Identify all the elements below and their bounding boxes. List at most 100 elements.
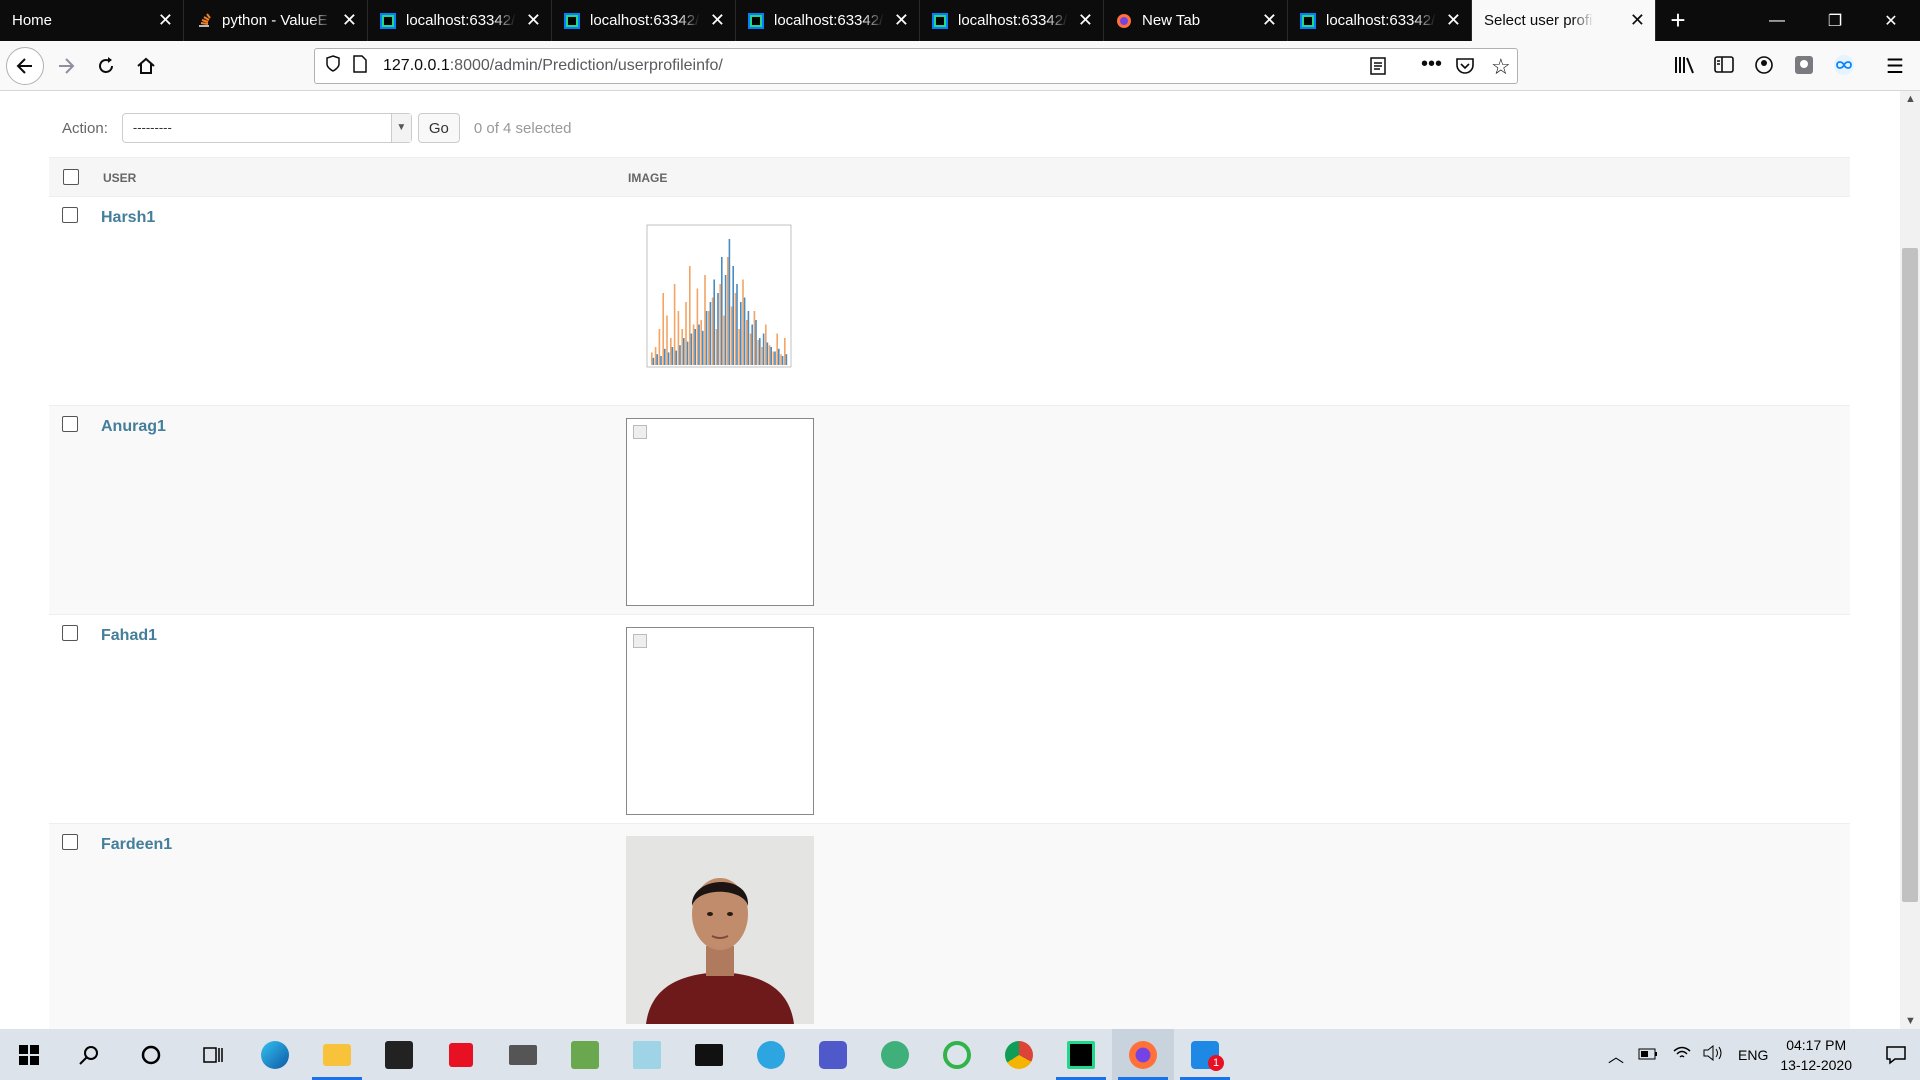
page-icon[interactable] xyxy=(353,54,371,78)
sidebar-icon[interactable] xyxy=(1714,56,1734,79)
tab-stackoverflow[interactable]: python - ValueE ✕ xyxy=(184,0,368,41)
cortana-button[interactable] xyxy=(120,1029,182,1080)
taskbar-atom[interactable] xyxy=(864,1029,926,1080)
close-window-button[interactable]: ✕ xyxy=(1862,0,1920,41)
action-select[interactable]: --------- ▼ xyxy=(121,113,412,143)
telegram-icon xyxy=(757,1040,785,1069)
user-link[interactable]: Harsh1 xyxy=(101,209,155,227)
tab-label: localhost:63342/ xyxy=(590,12,700,29)
account-icon[interactable] xyxy=(1754,55,1774,80)
battery-icon[interactable] xyxy=(1638,1047,1658,1063)
select-all-checkbox[interactable] xyxy=(63,169,79,185)
back-button[interactable] xyxy=(6,47,44,85)
url-bar[interactable]: 127.0.0.1:8000/admin/Prediction/userprof… xyxy=(314,48,1518,84)
volume-icon[interactable] xyxy=(1702,1044,1724,1064)
thumbnail-bar xyxy=(723,315,725,365)
user-link[interactable]: Fardeen1 xyxy=(101,836,172,854)
library-icon[interactable] xyxy=(1674,55,1696,80)
thumbnail-bar xyxy=(667,352,670,365)
close-icon[interactable]: ✕ xyxy=(1446,10,1461,30)
firefox-icon xyxy=(1116,13,1132,29)
close-icon[interactable]: ✕ xyxy=(1078,10,1093,30)
home-button[interactable] xyxy=(129,49,163,83)
taskbar-loader-app[interactable] xyxy=(926,1029,988,1080)
column-header-user[interactable]: USER xyxy=(103,171,136,185)
close-icon[interactable]: ✕ xyxy=(894,10,909,30)
start-button[interactable] xyxy=(0,1029,58,1080)
menu-hamburger-icon[interactable]: ☰ xyxy=(1886,54,1904,79)
restore-button[interactable]: ❐ xyxy=(1806,0,1864,41)
taskbar-gift-app[interactable] xyxy=(430,1029,492,1080)
scroll-down-icon[interactable]: ▼ xyxy=(1905,1015,1916,1027)
thumbnail-bar xyxy=(732,266,734,365)
taskbar-chrome[interactable] xyxy=(988,1029,1050,1080)
close-icon[interactable]: ✕ xyxy=(1262,10,1277,30)
tab-home[interactable]: Home ✕ xyxy=(0,0,184,41)
close-icon[interactable]: ✕ xyxy=(526,10,541,30)
scrollbar-thumb[interactable] xyxy=(1902,248,1918,902)
taskbar-notepad[interactable] xyxy=(616,1029,678,1080)
task-view-button[interactable] xyxy=(182,1029,244,1080)
thumbnail-bar xyxy=(781,356,784,365)
chevron-up-icon[interactable]: ︿ xyxy=(1608,1043,1624,1067)
bookmark-star-icon[interactable]: ☆ xyxy=(1491,54,1511,80)
shield-icon[interactable] xyxy=(325,54,343,78)
row-checkbox[interactable] xyxy=(62,834,78,850)
taskbar-telegram[interactable] xyxy=(740,1029,802,1080)
tab-localhost-3[interactable]: localhost:63342/ ✕ xyxy=(736,0,920,41)
reload-button[interactable] xyxy=(89,49,123,83)
language-indicator[interactable]: ENG xyxy=(1738,1047,1768,1063)
pycharm-icon xyxy=(932,12,948,29)
taskbar-image-app[interactable] xyxy=(554,1029,616,1080)
tab-localhost-5[interactable]: localhost:63342/ ✕ xyxy=(1288,0,1472,41)
tab-label: python - ValueE xyxy=(222,12,328,29)
tab-active[interactable]: Select user profile in ✕ xyxy=(1472,0,1656,41)
close-icon[interactable]: ✕ xyxy=(1630,10,1645,30)
taskbar-mail[interactable] xyxy=(492,1029,554,1080)
reader-view-icon[interactable] xyxy=(1369,57,1387,80)
close-icon[interactable]: ✕ xyxy=(342,10,357,30)
windows-taskbar: 1 ︿ ENG 04:17 PM 13-12-2020 xyxy=(0,1029,1920,1080)
notification-center-icon[interactable] xyxy=(1872,1045,1920,1065)
tab-localhost-2[interactable]: localhost:63342/ ✕ xyxy=(552,0,736,41)
clock[interactable]: 04:17 PM 13-12-2020 xyxy=(1780,1035,1852,1075)
taskbar-store[interactable] xyxy=(368,1029,430,1080)
taskbar-pycharm[interactable] xyxy=(1050,1029,1112,1080)
thumbnail-bar xyxy=(652,357,655,365)
notepad-icon xyxy=(633,1040,661,1069)
search-button[interactable] xyxy=(58,1029,120,1080)
user-link[interactable]: Fahad1 xyxy=(101,627,157,645)
taskbar-edge[interactable] xyxy=(244,1029,306,1080)
thumbnail-bar xyxy=(749,333,752,365)
row-checkbox[interactable] xyxy=(62,416,78,432)
thumbnail-bar xyxy=(746,320,748,365)
close-icon[interactable]: ✕ xyxy=(710,10,725,30)
taskbar-terminal[interactable] xyxy=(678,1029,740,1080)
tab-localhost-1[interactable]: localhost:63342/ ✕ xyxy=(368,0,552,41)
profile-photo xyxy=(626,836,814,1024)
taskbar-firefox[interactable] xyxy=(1112,1029,1174,1080)
extension-icon[interactable] xyxy=(1794,55,1814,80)
thumbnail-bar xyxy=(660,356,662,365)
forward-button[interactable] xyxy=(49,49,83,83)
taskbar-teams[interactable] xyxy=(802,1029,864,1080)
tab-localhost-4[interactable]: localhost:63342/ ✕ xyxy=(920,0,1104,41)
tab-label: Home xyxy=(12,12,53,29)
thumbnail-bar xyxy=(670,338,672,365)
row-checkbox[interactable] xyxy=(62,207,78,223)
row-checkbox[interactable] xyxy=(62,625,78,641)
wifi-icon[interactable] xyxy=(1672,1045,1692,1064)
pocket-icon[interactable] xyxy=(1455,57,1475,80)
minimize-button[interactable]: — xyxy=(1748,0,1806,41)
tab-new-tab[interactable]: New Tab ✕ xyxy=(1104,0,1288,41)
extension-infinity-icon[interactable] xyxy=(1833,55,1855,80)
scroll-up-icon[interactable]: ▲ xyxy=(1905,93,1916,105)
reload-icon xyxy=(99,57,113,73)
taskbar-whatsapp[interactable]: 1 xyxy=(1174,1029,1236,1080)
go-button[interactable]: Go xyxy=(417,113,460,143)
user-link[interactable]: Anurag1 xyxy=(101,418,166,436)
more-actions-icon[interactable]: ••• xyxy=(1421,53,1442,76)
new-tab-button[interactable]: + xyxy=(1656,0,1700,41)
taskbar-file-explorer[interactable] xyxy=(306,1029,368,1080)
close-icon[interactable]: ✕ xyxy=(158,10,173,30)
